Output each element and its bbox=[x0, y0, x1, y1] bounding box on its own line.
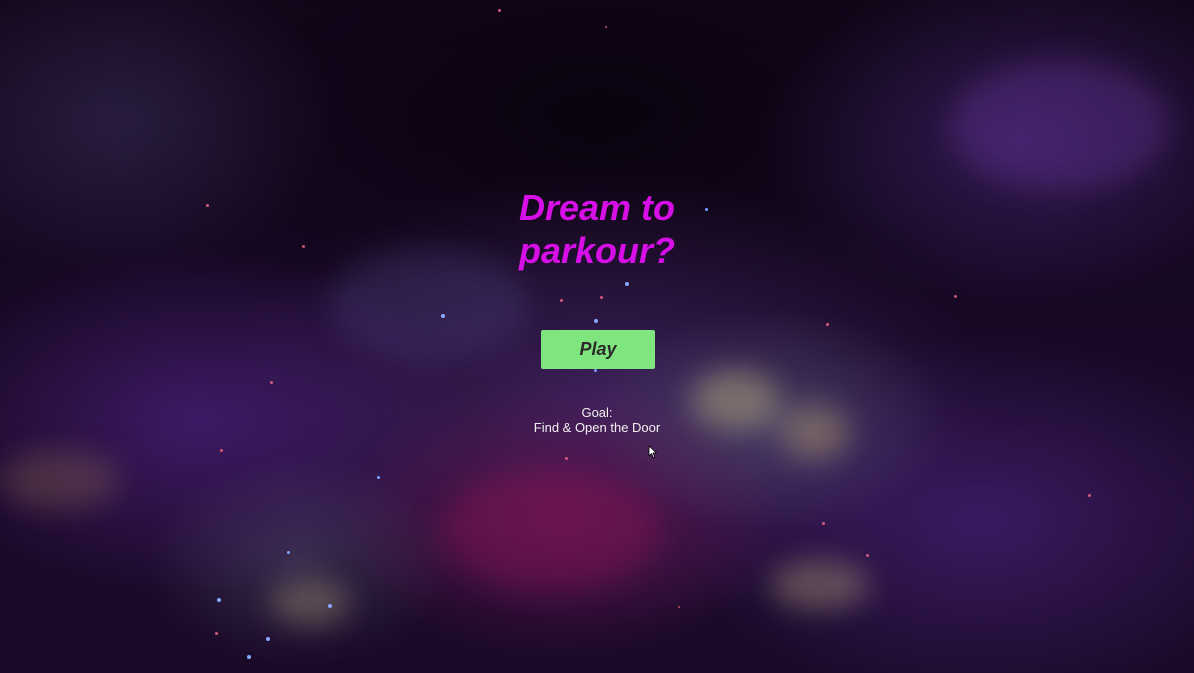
game-title: Dream to parkour? bbox=[518, 187, 676, 271]
play-button[interactable]: Play bbox=[541, 330, 655, 369]
nebula-cloud bbox=[780, 405, 850, 460]
nebula-cloud bbox=[770, 560, 870, 610]
star bbox=[206, 204, 209, 207]
star bbox=[498, 9, 501, 12]
star bbox=[605, 26, 607, 28]
game-start-screen: Dream to parkour? Play Goal: Find & Open… bbox=[0, 0, 1194, 673]
star bbox=[266, 637, 270, 641]
star bbox=[247, 655, 251, 659]
star bbox=[287, 551, 290, 554]
star bbox=[678, 606, 680, 608]
star bbox=[377, 476, 380, 479]
nebula-cloud bbox=[440, 470, 660, 590]
star bbox=[220, 449, 223, 452]
star bbox=[270, 381, 273, 384]
goal-label: Goal: bbox=[581, 405, 613, 420]
star bbox=[822, 522, 825, 525]
star bbox=[565, 457, 568, 460]
star bbox=[215, 632, 218, 635]
star bbox=[625, 282, 629, 286]
nebula-cloud bbox=[690, 370, 780, 430]
star bbox=[594, 319, 598, 323]
star bbox=[1088, 494, 1091, 497]
star bbox=[328, 604, 332, 608]
nebula-cloud bbox=[270, 580, 350, 625]
star bbox=[954, 295, 957, 298]
star bbox=[600, 296, 603, 299]
mouse-cursor-icon bbox=[648, 445, 657, 458]
goal-text: Find & Open the Door bbox=[533, 420, 661, 435]
star bbox=[441, 314, 445, 318]
star bbox=[826, 323, 829, 326]
nebula-cloud bbox=[0, 450, 120, 510]
star bbox=[560, 299, 563, 302]
goal-description: Goal: Find & Open the Door bbox=[497, 405, 697, 435]
star bbox=[302, 245, 305, 248]
star bbox=[594, 369, 597, 372]
nebula-cloud bbox=[950, 60, 1170, 190]
star bbox=[217, 598, 221, 602]
star bbox=[866, 554, 869, 557]
